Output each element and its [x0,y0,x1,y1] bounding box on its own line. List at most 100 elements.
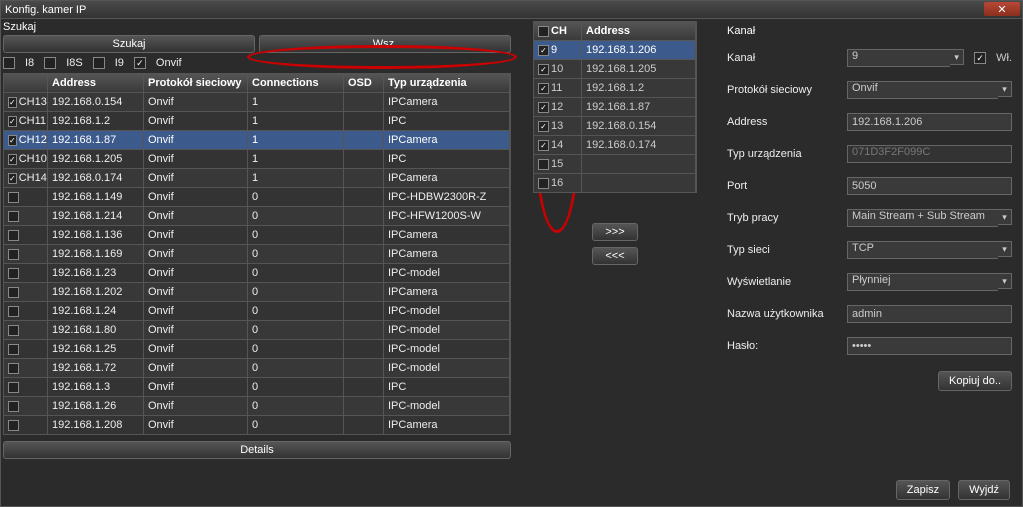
row-osd [344,131,384,149]
table-row[interactable]: 192.168.1.25Onvif0IPC-model [4,339,510,358]
ch-checkbox[interactable] [538,121,549,132]
ch-checkbox[interactable] [538,102,549,113]
table-row[interactable]: 192.168.1.23Onvif0IPC-model [4,263,510,282]
row-checkbox[interactable] [8,211,19,222]
channel-row[interactable]: 13192.168.0.154 [534,116,696,135]
row-osd [344,112,384,130]
chevron-down-icon[interactable]: ▾ [998,81,1012,97]
channel-section-label: Kanał [727,25,1012,37]
th-address[interactable]: Address [48,74,144,92]
row-checkbox[interactable] [8,135,17,146]
row-checkbox[interactable] [8,306,19,317]
channel-row[interactable]: 9192.168.1.206 [534,40,696,59]
table-row[interactable]: 192.168.1.3Onvif0IPC [4,377,510,396]
th-type[interactable]: Typ urządzenia [384,74,510,92]
row-checkbox[interactable] [8,401,19,412]
table-row[interactable]: CH14192.168.0.174Onvif1IPCamera [4,168,510,187]
table-row[interactable]: 192.168.1.149Onvif0IPC-HDBW2300R-Z [4,187,510,206]
pass-input[interactable] [847,337,1012,355]
filter-onvif-checkbox[interactable] [134,57,146,69]
th-connections[interactable]: Connections [248,74,344,92]
row-osd [344,169,384,187]
table-row[interactable]: 192.168.1.208Onvif0IPCamera [4,415,510,434]
filter-i8s-checkbox[interactable] [44,57,56,69]
th-protocol[interactable]: Protokół sieciowy [144,74,248,92]
row-checkbox[interactable] [8,230,19,241]
table-row[interactable]: 192.168.1.80Onvif0IPC-model [4,320,510,339]
proto-select[interactable]: Onvif [847,81,998,99]
row-checkbox[interactable] [8,420,19,431]
table-row[interactable]: CH13192.168.0.154Onvif1IPCamera [4,92,510,111]
port-input[interactable] [847,177,1012,195]
chevron-down-icon[interactable]: ▾ [950,49,964,65]
row-checkbox[interactable] [8,154,17,165]
channel-row[interactable]: 15 [534,154,696,173]
filter-i8-checkbox[interactable] [3,57,15,69]
ch-checkbox[interactable] [538,159,549,170]
all-button[interactable]: Wsz. [259,35,511,53]
address-input[interactable] [847,113,1012,131]
th-ch[interactable]: CH [551,25,567,37]
table-row[interactable]: 192.168.1.136Onvif0IPCamera [4,225,510,244]
channel-row[interactable]: 11192.168.1.2 [534,78,696,97]
table-row[interactable]: CH11192.168.1.2Onvif1IPC [4,111,510,130]
row-conn: 0 [248,321,344,339]
row-checkbox[interactable] [8,173,17,184]
row-checkbox[interactable] [8,344,19,355]
row-checkbox[interactable] [8,325,19,336]
row-protocol: Onvif [144,416,248,434]
copy-to-button[interactable]: Kopiuj do.. [938,371,1012,391]
filter-i9-checkbox[interactable] [93,57,105,69]
exit-button[interactable]: Wyjdź [958,480,1010,500]
row-checkbox[interactable] [8,382,19,393]
channel-row[interactable]: 10192.168.1.205 [534,59,696,78]
mode-select[interactable]: Main Stream + Sub Stream [847,209,998,227]
user-label: Nazwa użytkownika [727,308,837,320]
row-checkbox[interactable] [8,287,19,298]
user-input[interactable] [847,305,1012,323]
th-mid-address[interactable]: Address [582,22,696,40]
wl-checkbox[interactable] [974,52,986,64]
row-checkbox[interactable] [8,249,19,260]
th-osd[interactable]: OSD [344,74,384,92]
chevron-down-icon[interactable]: ▾ [998,273,1012,289]
table-row[interactable]: 192.168.1.169Onvif0IPCamera [4,244,510,263]
ch-checkbox[interactable] [538,83,549,94]
ch-checkbox[interactable] [538,45,549,56]
table-row[interactable]: 192.168.1.24Onvif0IPC-model [4,301,510,320]
row-checkbox[interactable] [8,192,19,203]
net-select[interactable]: TCP [847,241,998,259]
close-button[interactable]: ✕ [984,2,1020,16]
table-row[interactable]: 192.168.1.26Onvif0IPC-model [4,396,510,415]
row-address: 192.168.1.149 [48,188,144,206]
ch-checkbox[interactable] [538,178,549,189]
row-protocol: Onvif [144,397,248,415]
table-row[interactable]: 192.168.1.214Onvif0IPC-HFW1200S-W [4,206,510,225]
search-button[interactable]: Szukaj [3,35,255,53]
row-protocol: Onvif [144,378,248,396]
row-osd [344,93,384,111]
row-checkbox[interactable] [8,116,17,127]
details-button[interactable]: Details [3,441,511,459]
table-row[interactable]: 192.168.1.202Onvif0IPCamera [4,282,510,301]
table-row[interactable]: 192.168.1.72Onvif0IPC-model [4,358,510,377]
ch-checkbox[interactable] [538,140,549,151]
display-select[interactable]: Płynniej [847,273,998,291]
kanal-select[interactable]: 9 [847,49,950,67]
row-checkbox[interactable] [8,97,17,108]
row-checkbox[interactable] [8,363,19,374]
row-checkbox[interactable] [8,268,19,279]
chevron-down-icon[interactable]: ▾ [998,209,1012,225]
ch-checkbox[interactable] [538,64,549,75]
chevron-down-icon[interactable]: ▾ [998,241,1012,257]
add-button[interactable]: >>> [592,223,638,241]
ch-header-checkbox[interactable] [538,26,549,37]
table-row[interactable]: CH10192.168.1.205Onvif1IPC [4,149,510,168]
channel-row[interactable]: 14192.168.0.174 [534,135,696,154]
channel-row[interactable]: 16 [534,173,696,192]
save-button[interactable]: Zapisz [896,480,950,500]
table-row[interactable]: CH12192.168.1.87Onvif1IPCamera [4,130,510,149]
channel-row[interactable]: 12192.168.1.87 [534,97,696,116]
remove-button[interactable]: <<< [592,247,638,265]
row-address: 192.168.1.23 [48,264,144,282]
